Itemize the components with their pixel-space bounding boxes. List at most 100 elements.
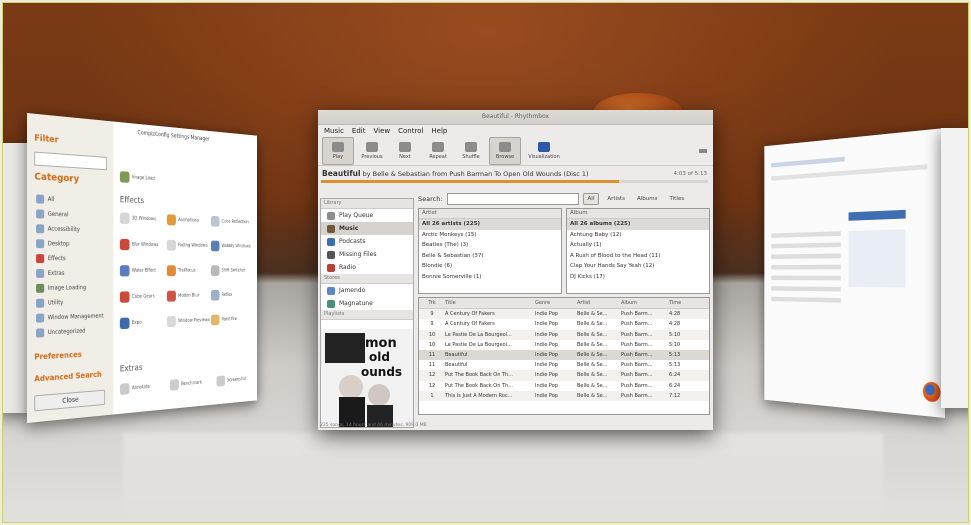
source-jamendo[interactable]: Jamendo xyxy=(321,284,413,297)
plugin-item[interactable]: Water Effect xyxy=(120,263,167,278)
plugin-item[interactable]: Animations xyxy=(167,212,211,228)
plugin-icon xyxy=(167,265,176,276)
source-missing-files[interactable]: Missing Files xyxy=(321,248,413,261)
artist-item[interactable]: Belle & Sebastian (37) xyxy=(419,251,561,262)
artist-item[interactable]: Arctic Monkeys (15) xyxy=(419,230,561,241)
album-item[interactable]: All 26 albums (225) xyxy=(567,219,709,230)
source-podcasts[interactable]: Podcasts xyxy=(321,235,413,248)
track-number: 1 xyxy=(419,391,445,401)
filter-all-button[interactable]: All xyxy=(583,193,600,205)
menu-help[interactable]: Help xyxy=(431,125,447,137)
close-button[interactable]: Close xyxy=(34,390,105,412)
category-item[interactable]: Image Loading xyxy=(36,280,103,295)
artist-item[interactable]: Beatles (The) (3) xyxy=(419,240,561,251)
plugin-item[interactable]: Wobbly Windows xyxy=(211,239,252,254)
category-item[interactable]: Extras xyxy=(36,266,103,281)
plugin-item[interactable]: Annotate xyxy=(120,380,150,397)
table-row[interactable]: 12 Put The Book Back On Th... Indie Pop Bel… xyxy=(419,370,709,380)
plugin-item[interactable]: Expo xyxy=(120,314,167,331)
table-row[interactable]: 10 Le Pastie De La Bourgeoi... Indie Pop Be… xyxy=(419,340,709,350)
album-item[interactable]: DJ Kicks (17) xyxy=(567,272,709,283)
category-item[interactable]: Uncategorized xyxy=(36,323,103,340)
plugin-item[interactable]: 3D Windows xyxy=(120,211,167,227)
play-button[interactable]: Play xyxy=(322,137,354,165)
plugin-item[interactable]: Image Load xyxy=(120,169,155,186)
browse-button[interactable]: Browse xyxy=(489,137,521,165)
next-button[interactable]: Next xyxy=(390,138,420,164)
advanced-search-link[interactable]: Advanced Search xyxy=(34,370,101,384)
plugin-item[interactable]: Screenshot xyxy=(217,372,247,388)
plugin-item[interactable]: Benchmark xyxy=(170,376,202,393)
plugin-item[interactable]: Cube Gears xyxy=(120,289,167,305)
artist-item[interactable]: Blondie (6) xyxy=(419,261,561,272)
plugin-item[interactable]: Motion Blur xyxy=(167,288,211,303)
table-row[interactable]: 12 Put The Book Back On Th... Indie Pop Bel… xyxy=(419,381,709,391)
artist-column-header[interactable]: Artist xyxy=(419,209,561,219)
source-radio[interactable]: Radio xyxy=(321,261,413,274)
artist-item[interactable]: Bonnie Somerville (1) xyxy=(419,272,561,283)
source-play-queue[interactable]: Play Queue xyxy=(321,209,413,222)
compiz-settings-window[interactable]: Filter Category All General Accessibilit… xyxy=(27,113,257,423)
category-item[interactable]: Effects xyxy=(36,251,103,266)
table-row[interactable]: 10 Le Pastie De La Bourgeoi... Indie Pop Be… xyxy=(419,330,709,340)
toolbar-overflow-icon[interactable] xyxy=(699,149,707,153)
settings-window-title: CompizConfig Settings Manager xyxy=(137,129,209,142)
column-title[interactable]: Title xyxy=(445,298,535,308)
far-left-window[interactable] xyxy=(2,143,29,413)
album-item[interactable]: Actually (1) xyxy=(567,240,709,251)
plugin-item[interactable]: Cube Reflection xyxy=(211,214,252,229)
filter-artists-button[interactable]: Artists xyxy=(603,194,629,204)
column-time[interactable]: Time xyxy=(669,298,699,308)
menu-view[interactable]: View xyxy=(373,125,390,137)
track-title: Le Pastie De La Bourgeoi... xyxy=(445,340,535,350)
preferences-link[interactable]: Preferences xyxy=(34,350,82,362)
column-artist[interactable]: Artist xyxy=(577,298,621,308)
plugin-item[interactable]: Reflex xyxy=(211,288,252,303)
table-row[interactable]: 11 Beautiful Indie Pop Belle & Se... Push Ba… xyxy=(419,350,709,360)
menu-music[interactable]: Music xyxy=(324,125,344,137)
previous-icon xyxy=(366,142,378,152)
window-title[interactable]: Beautiful - Rhythmbox xyxy=(318,110,713,125)
visualization-button[interactable]: Visualization xyxy=(524,138,564,164)
repeat-button[interactable]: Repeat xyxy=(423,138,453,164)
plugin-item[interactable]: Paint fire xyxy=(211,312,252,327)
text-line xyxy=(771,164,927,180)
track-number: 9 xyxy=(419,309,445,319)
web-browser-window[interactable] xyxy=(764,128,945,418)
visualization-icon xyxy=(538,142,550,152)
plugin-item[interactable]: Window Previews xyxy=(167,313,211,329)
filter-input[interactable] xyxy=(34,152,107,171)
album-item[interactable]: Clap Your Hands Say Yeah (12) xyxy=(567,261,709,272)
plugin-item[interactable]: Trailfocus xyxy=(167,263,211,278)
shuffle-button[interactable]: Shuffle xyxy=(456,138,486,164)
table-row[interactable]: 9 A Century Of Fakers Indie Pop Belle & Se.… xyxy=(419,319,709,329)
table-row[interactable]: 11 Beautiful Indie Pop Belle & Se... Push Ba… xyxy=(419,360,709,370)
source-magnatune[interactable]: Magnatune xyxy=(321,297,413,310)
album-item[interactable]: Achtung Baby (12) xyxy=(567,230,709,241)
column-genre[interactable]: Genre xyxy=(535,298,577,308)
album-column-header[interactable]: Album xyxy=(567,209,709,219)
plugin-item[interactable]: Shift Switcher xyxy=(211,264,252,278)
filter-titles-button[interactable]: Titles xyxy=(665,194,688,204)
table-row[interactable]: 1 This Is Just A Modern Roc... Indie Pop Be… xyxy=(419,391,709,401)
firefox-logo-icon[interactable] xyxy=(923,381,941,402)
column-track[interactable]: Trk xyxy=(419,298,445,308)
search-input[interactable] xyxy=(447,193,579,205)
column-album[interactable]: Album xyxy=(621,298,669,308)
far-right-window[interactable] xyxy=(941,128,969,408)
filter-albums-button[interactable]: Albums xyxy=(633,194,662,204)
table-row[interactable]: 9 A Century Of Fakers Indie Pop Belle & Se.… xyxy=(419,309,709,319)
playlists-header: Playlists xyxy=(321,310,413,320)
rhythmbox-window[interactable]: Beautiful - Rhythmbox Music Edit View Co… xyxy=(318,110,713,430)
album-item[interactable]: A Rush of Blood to the Head (11) xyxy=(567,251,709,262)
seek-bar[interactable] xyxy=(321,180,708,183)
previous-button[interactable]: Previous xyxy=(357,138,387,164)
artist-item[interactable]: All 26 artists (225) xyxy=(419,219,561,230)
category-item[interactable]: Accessibility xyxy=(36,221,103,237)
plugin-item[interactable]: Fading Windows xyxy=(167,238,211,253)
source-music[interactable]: Music xyxy=(321,222,413,235)
menu-control[interactable]: Control xyxy=(398,125,423,137)
category-item[interactable]: Desktop xyxy=(36,236,103,252)
plugin-item[interactable]: Blur Windows xyxy=(120,237,167,253)
menu-edit[interactable]: Edit xyxy=(352,125,366,137)
